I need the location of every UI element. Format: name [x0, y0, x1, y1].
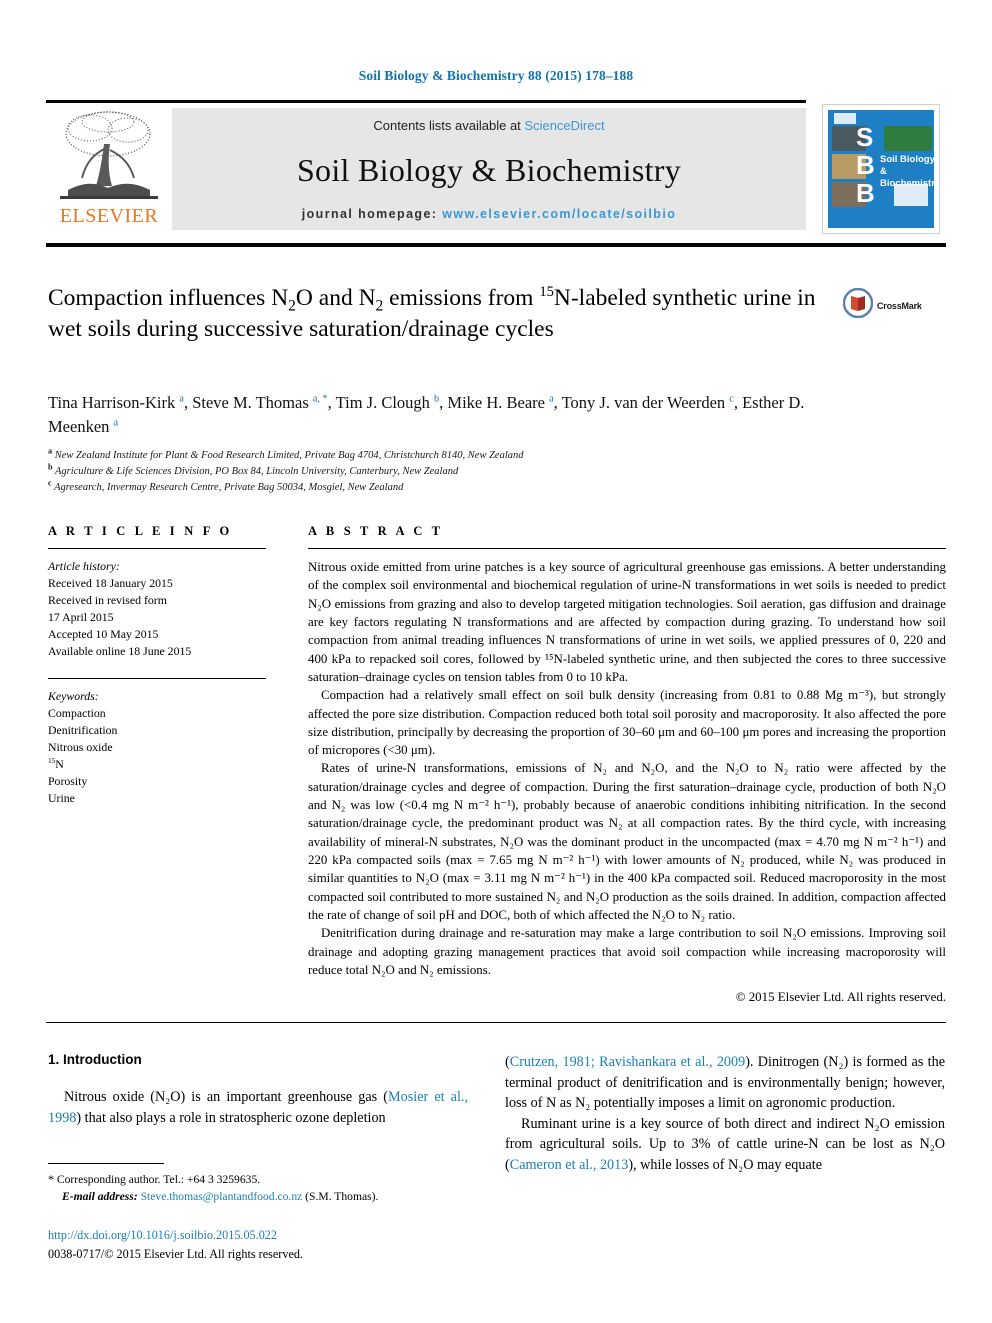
article-history-item: Received in revised form: [48, 593, 167, 608]
article-history-items: Received 18 January 2015 Received in revi…: [48, 575, 266, 660]
elsevier-wordmark: ELSEVIER: [59, 205, 159, 227]
contents-available-line: Contents lists available at ScienceDirec…: [373, 118, 604, 133]
body-column-left: 1. Introduction Nitrous oxide (N₂O) is a…: [48, 1052, 468, 1128]
running-head: Soil Biology & Biochemistry 88 (2015) 17…: [358, 68, 634, 83]
email-label: E-mail address:: [62, 1190, 138, 1204]
affiliation-item: b Agriculture & Life Sciences Division, …: [48, 463, 848, 480]
journal-cover-thumbnail: S B B Soil Biology & Biochemistry: [822, 104, 940, 234]
abstract-copyright: © 2015 Elsevier Ltd. All rights reserved…: [735, 990, 946, 1005]
footnote-rule: [48, 1163, 164, 1164]
doi-link[interactable]: http://dx.doi.org/10.1016/j.soilbio.2015…: [48, 1226, 508, 1245]
masthead-bottom-rule: [46, 243, 946, 247]
keyword-item[interactable]: Nitrous oxide: [48, 739, 266, 756]
abstract-heading: A B S T R A C T: [308, 524, 444, 538]
journal-homepage-line: journal homepage: www.elsevier.com/locat…: [302, 207, 676, 221]
sciencedirect-link[interactable]: ScienceDirect: [524, 118, 604, 133]
keyword-items: Compaction Denitrification Nitrous oxide 15…: [48, 705, 266, 808]
cover-photo-4: [884, 126, 932, 151]
keyword-item[interactable]: Denitrification: [48, 722, 266, 739]
page-title: Compaction influences N2O and N2 emissio…: [48, 284, 816, 342]
article-history-item: Available online 18 June 2015: [48, 644, 192, 659]
abstract-paragraph: Compaction had a relatively small effect…: [308, 688, 946, 758]
article-first-page: Soil Biology & Biochemistry 88 (2015) 17…: [0, 0, 992, 1323]
article-history-item: Received 18 January 2015: [48, 576, 173, 591]
author-separator: ,: [553, 393, 562, 412]
homepage-url[interactable]: www.elsevier.com/locate/soilbio: [442, 207, 676, 221]
keywords-block: Keywords: Compaction Denitrification Nitro…: [48, 688, 266, 808]
cover-letter-s: S: [856, 122, 874, 152]
keyword-item[interactable]: Compaction: [48, 705, 266, 722]
article-history-item: 17 April 2015: [48, 610, 114, 625]
article-info-column: A R T I C L E I N F O Article history: R…: [48, 524, 266, 807]
article-history-item: Accepted 10 May 2015: [48, 627, 159, 642]
affiliation-item: a New Zealand Institute for Plant & Food…: [48, 447, 848, 464]
author-name[interactable]: Mike H. Beare: [447, 393, 549, 412]
title-block: Compaction influences N2O and N2 emissio…: [48, 283, 838, 344]
author-separator: ,: [327, 393, 336, 412]
corresponding-author-text: Corresponding author. Tel.: +64 3 325963…: [54, 1173, 261, 1186]
keywords-divider: [48, 677, 266, 679]
journal-band: Contents lists available at ScienceDirec…: [172, 108, 806, 230]
elsevier-tree-icon: [50, 108, 168, 204]
author-separator: ,: [733, 393, 743, 412]
abstract-paragraph: Rates of urine-N transformations, emissi…: [308, 761, 946, 922]
article-history: Article history: Received 18 January 201…: [48, 558, 266, 661]
abstract-divider: [308, 548, 946, 549]
abstract-paragraph: Nitrous oxide emitted from urine patches…: [308, 560, 946, 684]
article-info-divider: [48, 548, 266, 549]
introduction-paragraph-left: Nitrous oxide (N₂O) is an important gree…: [48, 1089, 468, 1126]
author-name[interactable]: Tony J. van der Weerden: [562, 393, 730, 412]
keyword-item[interactable]: Urine: [48, 790, 266, 807]
citation-link-cameron[interactable]: Cameron et al., 2013: [510, 1157, 629, 1173]
keyword-superscript: 15: [48, 756, 56, 766]
footer-doi-block: http://dx.doi.org/10.1016/j.soilbio.2015…: [48, 1226, 508, 1264]
author-list: Tina Harrison-Kirk a, Steve M. Thomas a,…: [48, 391, 848, 439]
crossmark-badge[interactable]: CrossMark: [842, 287, 922, 323]
cover-letter-b1: B: [856, 150, 875, 180]
body-column-right: (Crutzen, 1981; Ravishankara et al., 200…: [505, 1052, 945, 1176]
keyword-item[interactable]: Porosity: [48, 773, 266, 790]
issn-copyright: 0038-0717/© 2015 Elsevier Ltd. All right…: [48, 1246, 303, 1261]
introduction-paragraph-right: (Crutzen, 1981; Ravishankara et al., 200…: [505, 1054, 945, 1173]
citation-link-crutzen[interactable]: Crutzen, 1981; Ravishankara et al., 2009: [510, 1054, 745, 1070]
affiliation-item: c Agresearch, Invermay Research Centre, …: [48, 479, 848, 496]
cover-letter-b2: B: [856, 178, 875, 208]
abstract-paragraph: Denitrification during drainage and re-s…: [308, 926, 946, 977]
journal-masthead: ELSEVIER Contents lists available at Sci…: [46, 100, 806, 230]
keywords-label: Keywords:: [48, 688, 99, 703]
author-name[interactable]: Steve M. Thomas: [192, 393, 313, 412]
author-affiliation-mark: a, *: [312, 393, 328, 405]
email-link[interactable]: Steve.thomas@plantandfood.co.nz: [141, 1190, 303, 1203]
journal-title: Soil Biology & Biochemistry: [296, 151, 682, 188]
affiliation-text: Agresearch, Invermay Research Centre, Pr…: [51, 481, 404, 493]
crossmark-icon: [842, 287, 874, 323]
contents-prefix: Contents lists available at: [373, 118, 525, 133]
affiliation-text: Agriculture & Life Sciences Division, PO…: [52, 465, 459, 477]
affiliation-text: New Zealand Institute for Plant & Food R…: [52, 450, 524, 461]
cover-elsevier-mark: [834, 113, 856, 124]
author-name[interactable]: Tina Harrison-Kirk: [48, 393, 179, 412]
article-info-heading: A R T I C L E I N F O: [48, 524, 233, 538]
article-history-label: Article history:: [48, 559, 120, 573]
elsevier-logo: ELSEVIER: [46, 108, 172, 230]
crossmark-label: CrossMark: [877, 300, 922, 311]
footnote-block: * Corresponding author. Tel.: +64 3 3259…: [48, 1163, 468, 1206]
affiliation-list: a New Zealand Institute for Plant & Food…: [48, 447, 848, 496]
cover-society-logo: [894, 184, 928, 206]
author-affiliation-mark: a: [113, 417, 119, 429]
author-separator: ,: [183, 393, 193, 412]
homepage-label: journal homepage:: [301, 207, 443, 221]
author-name[interactable]: Tim J. Clough: [336, 393, 434, 412]
body-top-rule: [46, 1022, 946, 1023]
introduction-heading: 1. Introduction: [48, 1052, 142, 1067]
keyword-item[interactable]: 15N: [48, 756, 266, 773]
abstract-column: A B S T R A C T Nitrous oxide emitted fr…: [308, 524, 946, 1005]
cover-title-line1: Soil Biology &: [880, 154, 934, 177]
email-suffix: (S.M. Thomas).: [302, 1190, 379, 1204]
abstract-body: Nitrous oxide emitted from urine patches…: [308, 558, 946, 979]
corresponding-author-note: * Corresponding author. Tel.: +64 3 3259…: [48, 1170, 468, 1206]
